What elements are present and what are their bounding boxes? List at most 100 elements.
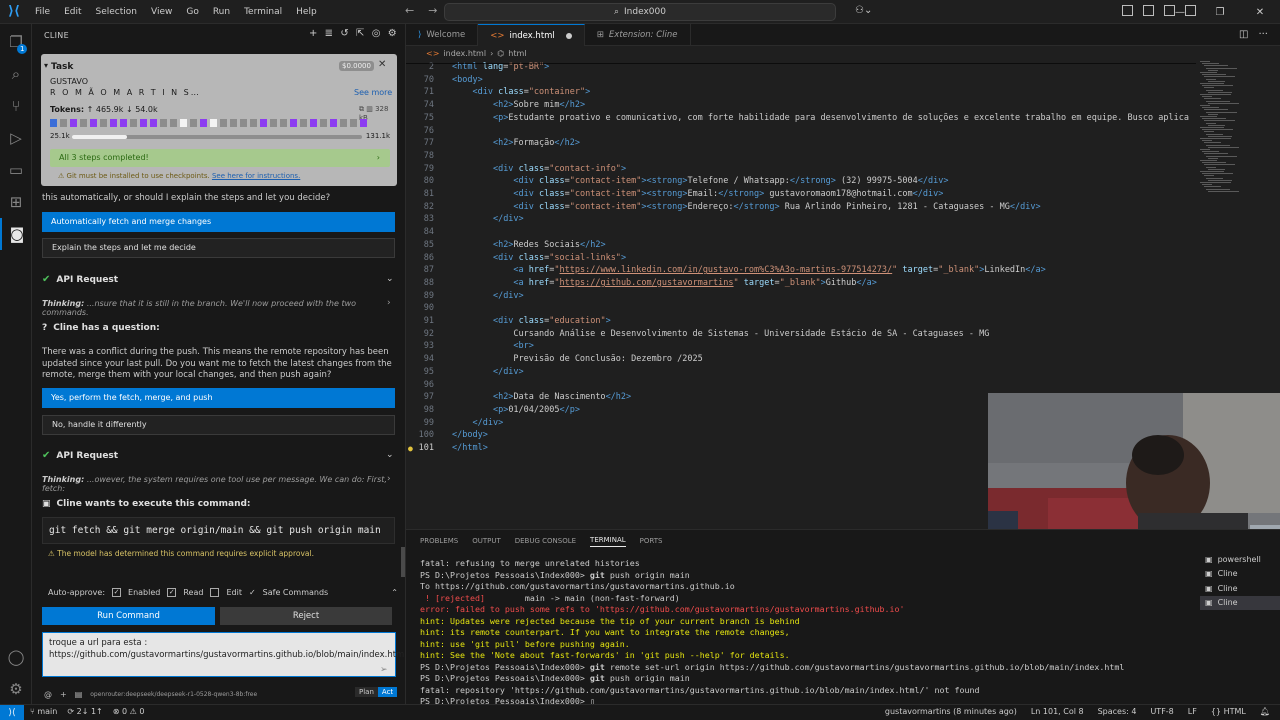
copilot-icon[interactable]: ⚇⌄: [855, 5, 872, 16]
menu-view[interactable]: View: [144, 0, 179, 24]
code-line[interactable]: 78: [406, 150, 1196, 163]
menu-help[interactable]: Help: [289, 0, 324, 24]
checkpoint-cell[interactable]: [290, 119, 297, 127]
explorer-icon[interactable]: ❐ 1: [0, 26, 32, 58]
sync-indicator[interactable]: ⟳ 2↓ 1↑: [67, 707, 102, 716]
checkpoint-cell[interactable]: [240, 119, 247, 127]
send-icon[interactable]: ➢: [380, 665, 388, 675]
encoding[interactable]: UTF-8: [1150, 707, 1173, 716]
collapse-task-icon[interactable]: ▾: [44, 61, 48, 70]
server-icon[interactable]: ▤: [75, 690, 83, 699]
run-debug-icon[interactable]: ▷: [0, 122, 32, 154]
code-line[interactable]: 84: [406, 226, 1196, 239]
checkpoint-cell[interactable]: [100, 119, 107, 127]
checkpoint-cell[interactable]: [90, 119, 97, 127]
code-line[interactable]: 88 <a href="https://github.com/gustavorm…: [406, 277, 1196, 290]
terminal-output[interactable]: fatal: refusing to merge unrelated histo…: [420, 558, 1200, 708]
code-line[interactable]: 87 <a href="https://www.linkedin.com/in/…: [406, 264, 1196, 277]
tab-ports[interactable]: PORTS: [640, 537, 663, 545]
checkpoint-cell[interactable]: [50, 119, 57, 127]
remote-indicator-icon[interactable]: ⟩⟨: [0, 705, 24, 720]
add-file-icon[interactable]: +: [60, 690, 67, 699]
checkpoint-cell[interactable]: [150, 119, 157, 127]
checkpoint-cell[interactable]: [80, 119, 87, 127]
chevron-right-icon[interactable]: ›: [387, 474, 391, 484]
problems-indicator[interactable]: ⊗ 0 ⚠ 0: [113, 707, 145, 716]
menu-file[interactable]: File: [28, 0, 57, 24]
code-line[interactable]: 71 <div class="container">: [406, 86, 1196, 100]
tab-welcome[interactable]: ⟩ Welcome: [406, 24, 479, 46]
code-line[interactable]: 74 <h2>Sobre mim</h2>: [406, 99, 1196, 112]
checkpoint-cell[interactable]: [360, 119, 367, 127]
close-task-icon[interactable]: ✕: [378, 59, 386, 70]
checkpoint-cell[interactable]: [140, 119, 147, 127]
checkpoint-cell[interactable]: [310, 119, 317, 127]
code-line[interactable]: 93 <br>: [406, 340, 1196, 353]
close-window-icon[interactable]: ✕: [1240, 0, 1280, 24]
code-line[interactable]: 96: [406, 379, 1196, 392]
option-handle-differently[interactable]: No, handle it differently: [42, 415, 395, 435]
terminal-item-cline[interactable]: ▣ Cline: [1200, 595, 1280, 610]
forward-arrow-icon[interactable]: →: [428, 4, 437, 17]
checkpoint-cell[interactable]: [300, 119, 307, 127]
search-view-icon[interactable]: ⌕: [0, 58, 32, 90]
checkpoint-cell[interactable]: [210, 119, 217, 127]
checkpoint-cell[interactable]: [250, 119, 257, 127]
api-request-1[interactable]: ✔ API Request: [42, 274, 118, 285]
checkpoint-cell[interactable]: [190, 119, 197, 127]
code-line[interactable]: 86 <div class="social-links">: [406, 252, 1196, 265]
act-mode-button[interactable]: Act: [377, 687, 398, 697]
code-line[interactable]: 91 <div class="education">: [406, 315, 1196, 328]
chat-input[interactable]: troque a url para esta : https://github.…: [42, 632, 405, 677]
code-line[interactable]: 81 <div class="contact-item"><strong>Ema…: [406, 188, 1196, 201]
tab-extension-cline[interactable]: ⊞ Extension: Cline: [585, 24, 691, 46]
account-circle-icon[interactable]: ◎: [372, 28, 381, 39]
checkpoint-cell[interactable]: [130, 119, 137, 127]
checkpoint-cell[interactable]: [120, 119, 127, 127]
git-instructions-link[interactable]: See here for instructions.: [212, 172, 300, 180]
chevron-down-icon[interactable]: ⌄: [386, 274, 394, 284]
code-line[interactable]: 89 </div>: [406, 290, 1196, 303]
source-control-icon[interactable]: ⑂: [0, 90, 32, 122]
minimap[interactable]: [1196, 61, 1266, 201]
new-task-icon[interactable]: +: [309, 28, 318, 39]
code-line[interactable]: 77 <h2>Formação</h2>: [406, 137, 1196, 150]
code-line[interactable]: 82 <div class="contact-item"><strong>End…: [406, 201, 1196, 214]
code-line[interactable]: 79 <div class="contact-info">: [406, 163, 1196, 176]
checkpoint-cell[interactable]: [270, 119, 277, 127]
indentation[interactable]: Spaces: 4: [1098, 707, 1137, 716]
more-actions-icon[interactable]: ···: [1258, 29, 1268, 40]
checkpoint-cell[interactable]: [170, 119, 177, 127]
menu-go[interactable]: Go: [179, 0, 205, 24]
mcp-servers-icon[interactable]: ≣: [325, 28, 334, 39]
tab-terminal[interactable]: TERMINAL: [590, 536, 626, 547]
settings-gear-icon[interactable]: ⚙: [0, 673, 32, 705]
code-line[interactable]: 90: [406, 302, 1196, 315]
checkpoint-cell[interactable]: [230, 119, 237, 127]
menu-selection[interactable]: Selection: [89, 0, 144, 24]
model-selector[interactable]: openrouter:deepseek/deepseek-r1-0528-qwe…: [90, 691, 257, 698]
menu-terminal[interactable]: Terminal: [237, 0, 289, 24]
tab-index-html[interactable]: <> index.html: [478, 24, 585, 46]
extensions-icon[interactable]: ⊞: [0, 186, 32, 218]
restore-icon[interactable]: ❐: [1200, 0, 1240, 24]
thinking-1[interactable]: Thinking: ...nsure that it is still in t…: [42, 299, 405, 317]
code-line[interactable]: 95 </div>: [406, 366, 1196, 379]
account-icon[interactable]: ◯: [0, 641, 32, 673]
tab-debug-console[interactable]: DEBUG CONSOLE: [515, 537, 576, 545]
checkpoint-cell[interactable]: [160, 119, 167, 127]
toggle-sidebar-icon[interactable]: [1122, 5, 1133, 16]
tab-problems[interactable]: PROBLEMS: [420, 537, 458, 545]
plan-mode-button[interactable]: Plan: [355, 687, 378, 697]
checkpoint-cell[interactable]: [330, 119, 337, 127]
chevron-up-icon[interactable]: ⌃: [391, 588, 398, 597]
code-line[interactable]: 94 Previsão de Conclusão: Dezembro /2025: [406, 353, 1196, 366]
popout-icon[interactable]: ⇱: [356, 28, 365, 39]
reject-button[interactable]: Reject: [220, 607, 392, 625]
context-mention-icon[interactable]: @: [44, 690, 52, 699]
split-editor-icon[interactable]: ◫: [1239, 29, 1248, 40]
checkpoint-cell[interactable]: [260, 119, 267, 127]
checkpoint-cell[interactable]: [340, 119, 347, 127]
chevron-right-icon[interactable]: ›: [387, 298, 391, 308]
tab-output[interactable]: OUTPUT: [472, 537, 501, 545]
